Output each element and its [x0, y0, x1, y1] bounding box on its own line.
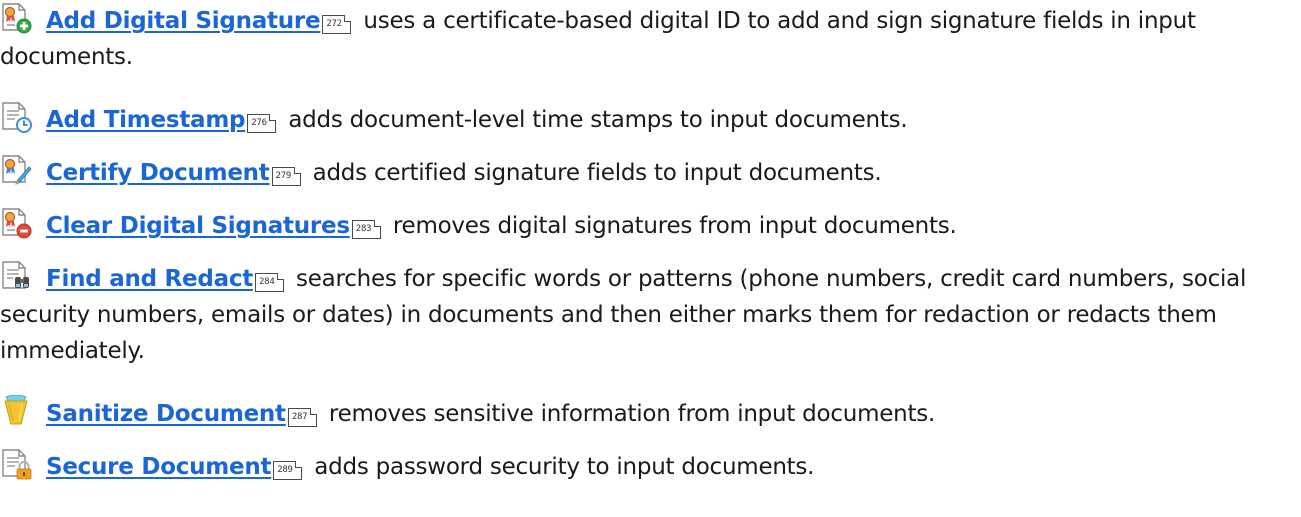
list-item-certify-document: Certify Document 279 adds certified signa…	[0, 154, 1287, 191]
page-reference[interactable]: 287	[287, 408, 317, 427]
page-reference[interactable]: 279	[271, 167, 301, 186]
description-text: adds certified signature fields to input…	[312, 160, 882, 186]
page-reference[interactable]: 276	[247, 114, 277, 133]
find-and-redact-icon	[0, 260, 32, 292]
add-timestamp-link[interactable]: Add Timestamp	[46, 107, 246, 133]
description-text: adds document-level time stamps to input…	[288, 107, 908, 133]
list-item-clear-digital-signatures: Clear Digital Signatures 283 removes digi…	[0, 207, 1287, 244]
secure-document-link[interactable]: Secure Document	[46, 454, 271, 480]
clear-digital-signatures-icon	[0, 207, 32, 239]
add-timestamp-icon	[0, 101, 32, 133]
list-item-find-and-redact: Find and Redact 284 searches for specific…	[0, 260, 1287, 369]
find-and-redact-link[interactable]: Find and Redact	[46, 266, 253, 292]
page-reference[interactable]: 289	[273, 461, 303, 480]
description-text: removes digital signatures from input do…	[392, 213, 957, 239]
certify-document-link[interactable]: Certify Document	[46, 160, 270, 186]
page-reference[interactable]: 283	[351, 220, 381, 239]
sanitize-document-icon	[0, 395, 32, 427]
list-item-add-digital-signature: Add Digital Signature 272 uses a certific…	[0, 2, 1287, 75]
sanitize-document-link[interactable]: Sanitize Document	[46, 401, 286, 427]
secure-document-icon	[0, 448, 32, 480]
list-item-secure-document: Secure Document 289 adds password securit…	[0, 448, 1287, 485]
list-item-sanitize-document: Sanitize Document 287 removes sensitive i…	[0, 395, 1287, 432]
page-reference[interactable]: 284	[254, 273, 284, 292]
clear-digital-signatures-link[interactable]: Clear Digital Signatures	[46, 213, 350, 239]
add-digital-signature-icon	[0, 2, 32, 34]
list-item-add-timestamp: Add Timestamp 276 adds document-level tim…	[0, 101, 1287, 138]
add-digital-signature-link[interactable]: Add Digital Signature	[46, 8, 321, 34]
certify-document-icon	[0, 154, 32, 186]
description-text: removes sensitive information from input…	[328, 401, 936, 427]
description-text: adds password security to input document…	[314, 454, 815, 480]
tool-description-list: Add Digital Signature 272 uses a certific…	[0, 0, 1301, 517]
page-reference[interactable]: 272	[322, 15, 352, 34]
